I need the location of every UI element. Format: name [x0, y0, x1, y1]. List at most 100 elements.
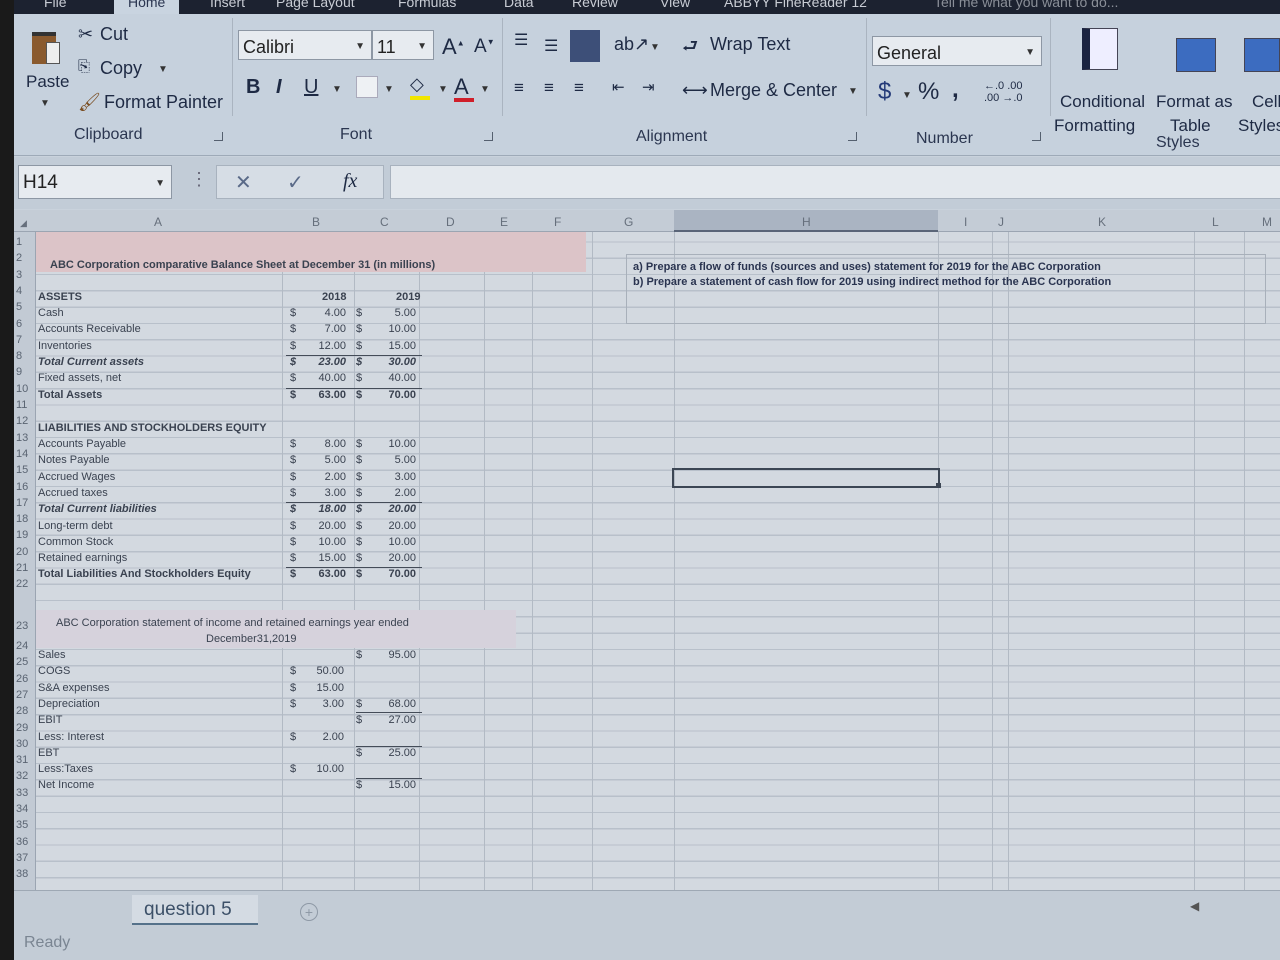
add-sheet-icon[interactable]: +: [300, 903, 318, 921]
row-header[interactable]: 28: [16, 705, 28, 717]
orientation-icon[interactable]: ab↗: [614, 34, 649, 55]
select-all-icon[interactable]: ◢: [20, 218, 27, 229]
accounting-dropdown-icon[interactable]: ▼: [902, 90, 912, 101]
column-header-i[interactable]: I: [964, 215, 967, 229]
row-header[interactable]: 2: [16, 252, 22, 264]
row-header[interactable]: 11: [16, 399, 27, 411]
fill-color-dropdown-icon[interactable]: ▼: [438, 84, 448, 95]
align-right-icon[interactable]: ≡: [574, 78, 584, 98]
selected-cell-h14[interactable]: [672, 468, 940, 488]
name-box[interactable]: H14 ▼: [18, 165, 172, 199]
row-header[interactable]: 7: [16, 334, 22, 346]
row-header[interactable]: 21: [16, 562, 28, 574]
paste-dropdown-icon[interactable]: ▼: [40, 98, 50, 109]
row-header[interactable]: 18: [16, 513, 28, 525]
column-header-d[interactable]: D: [446, 215, 455, 229]
decrease-indent-icon[interactable]: ⇤: [612, 78, 625, 96]
alignment-launcher-icon[interactable]: [848, 132, 857, 141]
scroll-left-icon[interactable]: ◀: [1190, 899, 1199, 913]
align-center-icon[interactable]: ≡: [544, 78, 554, 98]
underline-button[interactable]: U: [304, 76, 318, 99]
row-header[interactable]: 20: [16, 546, 28, 558]
column-header-f[interactable]: F: [554, 215, 561, 229]
row-header[interactable]: 38: [16, 868, 28, 880]
row-header[interactable]: 14: [16, 448, 28, 460]
worksheet-grid[interactable]: ◢ A B C D E F G H I J K L M 1 2 3 4 5 6 7 8 9 10 1…: [14, 210, 1280, 892]
align-middle-icon[interactable]: ☰: [544, 36, 558, 56]
tab-insert[interactable]: Insert: [210, 0, 245, 10]
tab-view[interactable]: View: [660, 0, 690, 10]
row-header[interactable]: 31: [16, 754, 28, 766]
percent-style-button[interactable]: %: [918, 78, 939, 106]
cancel-icon[interactable]: ✕: [235, 170, 252, 195]
row-header[interactable]: 33: [16, 787, 28, 799]
sheet-tab-question-5[interactable]: question 5: [132, 895, 258, 925]
column-header-g[interactable]: G: [624, 215, 633, 229]
row-header[interactable]: 37: [16, 852, 28, 864]
font-name-select[interactable]: Calibri ▼: [238, 30, 372, 60]
paste-button[interactable]: Paste ▼: [26, 24, 70, 114]
row-header[interactable]: 12: [16, 415, 28, 427]
row-header[interactable]: 17: [16, 497, 28, 509]
row-header[interactable]: 10: [16, 383, 28, 395]
tab-page-layout[interactable]: Page Layout: [276, 0, 355, 10]
align-top-icon[interactable]: ☰: [514, 30, 528, 50]
font-size-select[interactable]: 11 ▼: [372, 30, 434, 60]
row-header[interactable]: 9: [16, 366, 22, 378]
column-header-b[interactable]: B: [312, 215, 320, 229]
tab-home[interactable]: Home: [114, 0, 180, 14]
underline-dropdown-icon[interactable]: ▼: [332, 84, 342, 95]
row-header[interactable]: 5: [16, 301, 22, 313]
column-header-a[interactable]: A: [154, 215, 162, 229]
row-header[interactable]: 15: [16, 464, 28, 476]
row-header[interactable]: 16: [16, 481, 28, 493]
copy-dropdown-icon[interactable]: ▼: [158, 64, 168, 75]
column-header-h-selected[interactable]: H: [674, 210, 938, 232]
italic-button[interactable]: I: [276, 76, 282, 99]
row-header[interactable]: 4: [16, 285, 22, 297]
row-header[interactable]: 32: [16, 770, 28, 782]
clipboard-launcher-icon[interactable]: [214, 132, 223, 141]
decrease-decimal-button[interactable]: .00 →.0: [984, 92, 1023, 104]
column-header-j[interactable]: J: [998, 215, 1004, 229]
row-header[interactable]: 24: [16, 640, 28, 652]
row-header[interactable]: 36: [16, 836, 28, 848]
column-header-l[interactable]: L: [1212, 215, 1219, 229]
fill-handle[interactable]: [936, 483, 941, 488]
tab-file[interactable]: File: [44, 0, 67, 10]
tab-formulas[interactable]: Formulas: [398, 0, 456, 10]
enter-icon[interactable]: ✓: [287, 170, 304, 195]
grow-font-icon[interactable]: A▲: [442, 34, 465, 60]
borders-button[interactable]: [356, 76, 378, 98]
row-header[interactable]: 6: [16, 318, 22, 330]
font-launcher-icon[interactable]: [484, 132, 493, 141]
row-header[interactable]: 1: [16, 236, 22, 248]
tab-abbyy[interactable]: ABBYY FineReader 12: [724, 0, 867, 10]
row-header[interactable]: 35: [16, 819, 28, 831]
align-left-icon[interactable]: ≡: [514, 78, 524, 98]
borders-dropdown-icon[interactable]: ▼: [384, 84, 394, 95]
row-header[interactable]: 25: [16, 656, 28, 668]
row-header[interactable]: 34: [16, 803, 28, 815]
shrink-font-icon[interactable]: A▼: [474, 36, 495, 58]
cell-styles-button[interactable]: Cell Styles: [1238, 28, 1280, 135]
accounting-format-button[interactable]: $: [878, 78, 891, 106]
row-header[interactable]: 30: [16, 738, 28, 750]
orientation-dropdown-icon[interactable]: ▼: [650, 42, 660, 53]
increase-decimal-button[interactable]: ←.0 .00: [984, 80, 1023, 92]
row-header[interactable]: 13: [16, 432, 28, 444]
row-header[interactable]: 26: [16, 673, 28, 685]
align-bottom-icon[interactable]: [570, 30, 600, 62]
row-header[interactable]: 8: [16, 350, 22, 362]
row-header[interactable]: 29: [16, 722, 28, 734]
column-header-e[interactable]: E: [500, 215, 508, 229]
row-header[interactable]: 22: [16, 578, 28, 590]
number-launcher-icon[interactable]: [1032, 132, 1041, 141]
row-header[interactable]: 19: [16, 529, 28, 541]
tell-me-search[interactable]: Tell me what you want to do...: [934, 0, 1118, 10]
row-header[interactable]: 23: [16, 620, 28, 632]
format-as-table-button[interactable]: Format as Table: [1154, 28, 1238, 135]
number-format-select[interactable]: General ▼: [872, 36, 1042, 66]
column-header-k[interactable]: K: [1098, 215, 1106, 229]
insert-function-icon[interactable]: fx: [343, 170, 357, 193]
